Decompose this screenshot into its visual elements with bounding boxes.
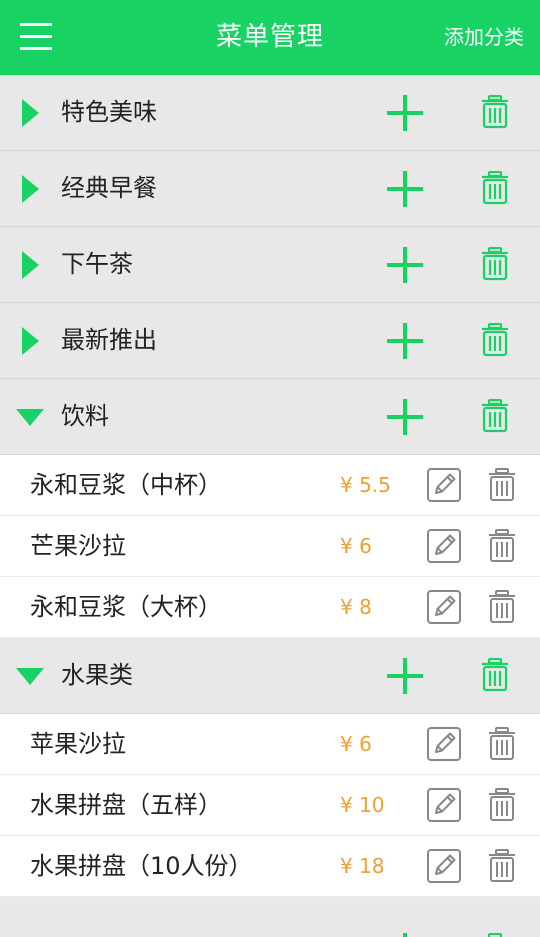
item-price: ¥ 18 — [340, 854, 385, 878]
trash-icon[interactable] — [480, 95, 510, 129]
plus-icon[interactable] — [387, 399, 423, 435]
triangle-right-icon[interactable] — [22, 251, 39, 279]
plus-icon[interactable] — [387, 658, 423, 694]
triangle-right-icon[interactable] — [22, 327, 39, 355]
plus-icon[interactable] — [387, 323, 423, 359]
trash-icon[interactable] — [480, 658, 510, 692]
trash-icon[interactable] — [480, 323, 510, 357]
app-header: 菜单管理 添加分类 — [0, 0, 540, 75]
category-row[interactable]: 水果类 — [0, 638, 540, 714]
triangle-down-icon[interactable] — [16, 668, 44, 685]
category-name: 饮料 — [61, 402, 109, 430]
category-name: 经典早餐 — [61, 174, 157, 202]
edit-icon[interactable] — [427, 788, 461, 822]
item-price: ¥ 6 — [340, 732, 372, 756]
triangle-right-icon[interactable] — [22, 175, 39, 203]
category-row[interactable]: 经典早餐 — [0, 151, 540, 227]
item-name: 永和豆浆（中杯） — [30, 471, 222, 499]
item-price: ¥ 10 — [340, 793, 385, 817]
item-price: ¥ 6 — [340, 534, 372, 558]
trash-icon — [480, 933, 510, 937]
item-name: 水果拼盘（五样） — [30, 791, 222, 819]
category-row[interactable]: 最新推出 — [0, 303, 540, 379]
list-item: 水果拼盘（五样） ¥ 10 — [0, 775, 540, 836]
item-name: 苹果沙拉 — [30, 730, 126, 758]
list-item: 芒果沙拉 ¥ 6 — [0, 516, 540, 577]
item-name: 永和豆浆（大杯） — [30, 593, 222, 621]
category-list: 特色美味经典早餐下午茶最新推出饮料永和豆浆（中杯） ¥ 5.5 芒果沙拉 ¥ 6 永和豆… — [0, 75, 540, 937]
edit-icon[interactable] — [427, 849, 461, 883]
category-name: 最新推出 — [61, 326, 157, 354]
trash-icon[interactable] — [487, 590, 517, 624]
edit-icon[interactable] — [427, 590, 461, 624]
category-row[interactable]: 下午茶 — [0, 227, 540, 303]
category-name: 下午茶 — [61, 250, 133, 278]
edit-icon[interactable] — [427, 529, 461, 563]
item-name: 芒果沙拉 — [30, 532, 126, 560]
category-name: 特色美味 — [61, 98, 157, 126]
item-price: ¥ 5.5 — [340, 473, 391, 497]
trash-icon[interactable] — [487, 529, 517, 563]
edit-icon[interactable] — [427, 727, 461, 761]
edit-icon[interactable] — [427, 468, 461, 502]
trash-icon[interactable] — [487, 849, 517, 883]
trash-icon[interactable] — [480, 399, 510, 433]
trash-icon[interactable] — [480, 247, 510, 281]
item-price: ¥ 8 — [340, 595, 372, 619]
category-row[interactable]: 特色美味 — [0, 75, 540, 151]
triangle-down-icon[interactable] — [16, 409, 44, 426]
item-name: 水果拼盘（10人份） — [30, 852, 253, 880]
trash-icon[interactable] — [487, 727, 517, 761]
trash-icon[interactable] — [487, 468, 517, 502]
category-row-partial — [0, 897, 540, 937]
list-item: 苹果沙拉 ¥ 6 — [0, 714, 540, 775]
plus-icon — [387, 933, 423, 937]
list-item: 永和豆浆（大杯） ¥ 8 — [0, 577, 540, 638]
category-row[interactable]: 饮料 — [0, 379, 540, 455]
list-item: 永和豆浆（中杯） ¥ 5.5 — [0, 455, 540, 516]
list-item: 水果拼盘（10人份） ¥ 18 — [0, 836, 540, 897]
plus-icon[interactable] — [387, 95, 423, 131]
category-name: 水果类 — [61, 661, 133, 689]
trash-icon[interactable] — [480, 171, 510, 205]
plus-icon[interactable] — [387, 247, 423, 283]
trash-icon[interactable] — [487, 788, 517, 822]
add-category-button[interactable]: 添加分类 — [444, 0, 524, 75]
triangle-right-icon[interactable] — [22, 99, 39, 127]
plus-icon[interactable] — [387, 171, 423, 207]
